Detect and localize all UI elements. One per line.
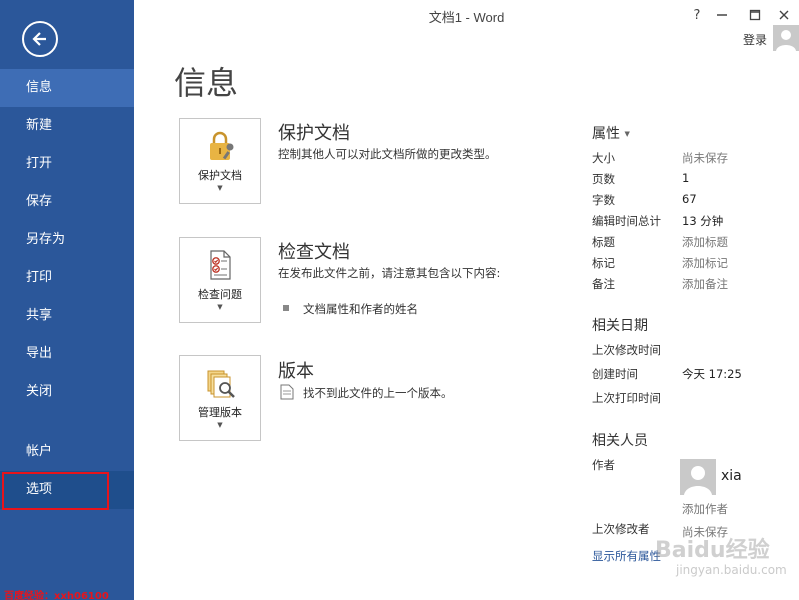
nav-item-save[interactable]: 保存 xyxy=(0,183,134,221)
check-issues-button[interactable]: 检查问题 ▼ xyxy=(179,237,261,323)
prop-label-last-modified: 上次修改时间 xyxy=(592,343,661,357)
protect-document-button-label: 保护文档 xyxy=(198,169,242,182)
prop-value-created: 今天 17:25 xyxy=(682,367,742,381)
check-issues-button-label: 检查问题 xyxy=(198,288,242,301)
prop-value-title[interactable]: 添加标题 xyxy=(682,234,728,250)
prop-label-last-modified-by: 上次修改者 xyxy=(592,522,650,536)
close-icon xyxy=(779,10,789,20)
prop-label-title: 标题 xyxy=(592,235,615,249)
prop-value-tags[interactable]: 添加标记 xyxy=(682,255,728,271)
bullet-square-icon xyxy=(283,305,289,311)
protect-document-button[interactable]: 保护文档 ▼ xyxy=(179,118,261,204)
nav-item-export[interactable]: 导出 xyxy=(0,335,134,373)
help-button[interactable]: ? xyxy=(687,5,707,25)
prop-label-tags: 标记 xyxy=(592,256,615,270)
person-icon xyxy=(684,466,712,495)
nav-item-account[interactable]: 帐户 xyxy=(0,433,134,471)
prop-label-comments: 备注 xyxy=(592,277,615,291)
properties-header-label: 属性 xyxy=(592,126,620,142)
properties-header[interactable]: 属性 ▼ xyxy=(592,123,630,143)
prop-value-edit-time: 13 分钟 xyxy=(682,214,724,228)
login-link[interactable]: 登录 xyxy=(743,31,767,48)
user-avatar[interactable] xyxy=(773,25,799,51)
manage-versions-button[interactable]: 管理版本 ▼ xyxy=(179,355,261,441)
related-people-header: 相关人员 xyxy=(592,433,648,449)
backstage-sidebar: 信息 新建 打开 保存 另存为 打印 共享 导出 关闭 帐户 选项 百度经验：x… xyxy=(0,0,134,600)
prop-label-author: 作者 xyxy=(592,458,615,472)
chevron-down-icon: ▼ xyxy=(217,303,223,311)
person-icon xyxy=(776,30,796,51)
nav-item-options[interactable]: 选项 xyxy=(0,471,134,509)
minimize-button[interactable] xyxy=(712,5,732,25)
page-title: 信息 xyxy=(174,64,239,102)
maximize-button[interactable] xyxy=(745,5,765,25)
prop-value-last-modified-by: 尚未保存 xyxy=(682,525,728,539)
prop-label-last-printed: 上次打印时间 xyxy=(592,391,661,405)
nav-item-new[interactable]: 新建 xyxy=(0,107,134,145)
prop-label-pages: 页数 xyxy=(592,172,615,186)
inspect-document-title: 检查文档 xyxy=(278,242,350,263)
prop-label-size: 大小 xyxy=(592,151,615,165)
show-all-properties-link[interactable]: 显示所有属性 xyxy=(592,548,661,564)
inspect-bullet-item: 文档属性和作者的姓名 xyxy=(303,302,418,316)
inspect-document-desc: 在发布此文件之前，请注意其包含以下内容: xyxy=(278,266,501,280)
inspect-document-icon xyxy=(210,250,231,280)
nav-item-close[interactable]: 关闭 xyxy=(0,373,134,411)
prop-value-size: 尚未保存 xyxy=(682,151,728,165)
nav-item-share[interactable]: 共享 xyxy=(0,297,134,335)
author-avatar xyxy=(680,459,716,495)
author-name[interactable]: xia xyxy=(721,468,742,484)
add-author-link[interactable]: 添加作者 xyxy=(682,501,728,517)
protect-document-desc: 控制其他人可以对此文档所做的更改类型。 xyxy=(278,147,497,161)
prop-label-created: 创建时间 xyxy=(592,367,638,381)
versions-magnifier-icon xyxy=(207,370,235,398)
chevron-down-icon: ▼ xyxy=(217,421,223,429)
document-icon xyxy=(280,384,294,400)
protect-document-title: 保护文档 xyxy=(278,123,350,144)
nav-item-open[interactable]: 打开 xyxy=(0,145,134,183)
maximize-icon xyxy=(749,9,761,21)
prop-value-pages: 1 xyxy=(682,171,690,185)
baidu-watermark-url: jingyan.baidu.com xyxy=(676,563,787,577)
chevron-down-icon: ▼ xyxy=(624,130,630,138)
lock-key-icon xyxy=(210,131,234,160)
prop-label-words: 字数 xyxy=(592,193,615,207)
versions-desc: 找不到此文件的上一个版本。 xyxy=(303,386,453,400)
minimize-icon xyxy=(717,14,727,16)
nav-item-info[interactable]: 信息 xyxy=(0,69,134,107)
nav-item-print[interactable]: 打印 xyxy=(0,259,134,297)
manage-versions-button-label: 管理版本 xyxy=(198,406,242,419)
watermark-text: 百度经验：xxh06100 xyxy=(4,591,109,600)
nav-item-save-as[interactable]: 另存为 xyxy=(0,221,134,259)
related-dates-header: 相关日期 xyxy=(592,318,648,334)
prop-value-comments[interactable]: 添加备注 xyxy=(682,276,728,292)
chevron-down-icon: ▼ xyxy=(217,184,223,192)
prop-label-edit-time: 编辑时间总计 xyxy=(592,214,661,228)
back-button[interactable] xyxy=(22,21,58,57)
prop-value-words: 67 xyxy=(682,192,697,206)
arrow-left-icon xyxy=(32,32,46,46)
close-window-button[interactable] xyxy=(774,5,794,25)
versions-title: 版本 xyxy=(278,361,314,382)
